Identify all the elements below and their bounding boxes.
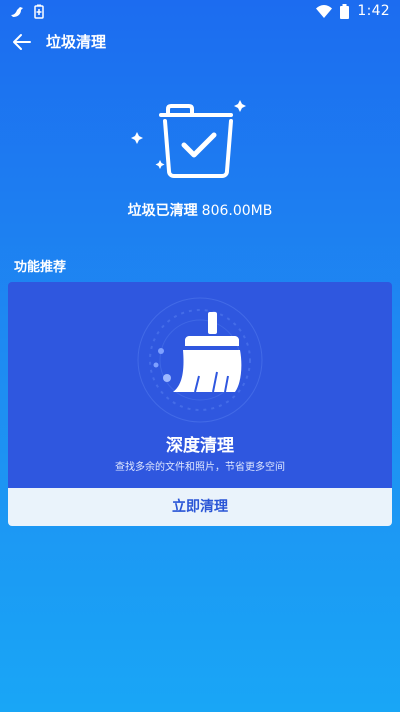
arrow-left-icon [13,34,31,50]
status-left [10,4,44,19]
deep-clean-title: 深度清理 [166,436,234,456]
section-title: 功能推荐 [14,260,67,275]
status-time: 1:42 [357,3,390,19]
app-header: 垃圾清理 [0,24,400,60]
wifi-icon [316,4,333,18]
clean-now-button[interactable]: 立即清理 [8,488,392,526]
broom-icon [137,297,263,423]
clean-result-label: 垃圾已清理 [127,203,198,219]
back-button[interactable] [10,30,36,54]
battery-icon [340,3,350,19]
status-right: 1:42 [316,3,390,19]
clean-result: 垃圾已清理 806.00MB [0,200,400,220]
status-bar: 1:42 [0,0,400,24]
deep-clean-card-top: 深度清理 查找多余的文件和照片，节省更多空间 [8,282,392,488]
deep-clean-card[interactable]: 深度清理 查找多余的文件和照片，节省更多空间 立即清理 [8,282,392,526]
trash-hero [128,95,252,195]
broom-illustration [125,296,275,428]
deep-clean-subtitle: 查找多余的文件和照片，节省更多空间 [115,462,285,473]
trash-check-icon [131,100,246,178]
battery-saver-icon [34,4,44,19]
clean-result-size: 806.00MB [201,203,273,219]
notification-bird-icon [11,6,23,17]
page-title: 垃圾清理 [46,33,107,51]
